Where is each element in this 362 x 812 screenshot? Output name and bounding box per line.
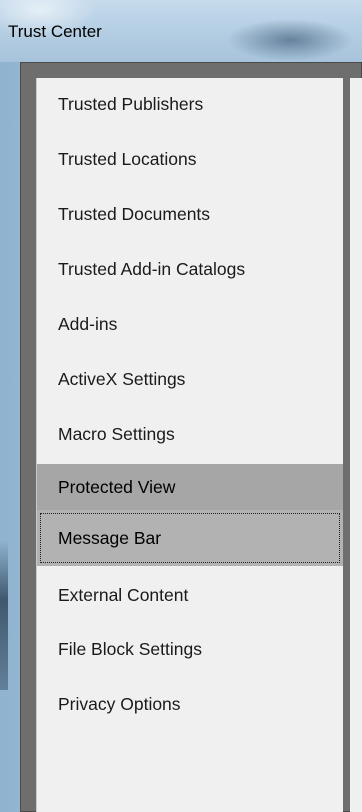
nav-item-label: Message Bar bbox=[58, 528, 162, 548]
nav-item-activex-settings[interactable]: ActiveX Settings bbox=[37, 359, 343, 399]
nav-item-label: Privacy Options bbox=[58, 694, 181, 714]
nav-item-privacy-options[interactable]: Privacy Options bbox=[37, 684, 343, 724]
nav-item-label: Add-ins bbox=[58, 314, 118, 334]
settings-content-pane bbox=[350, 78, 362, 812]
nav-item-label: Trusted Documents bbox=[58, 204, 211, 224]
window-title: Trust Center bbox=[8, 22, 102, 41]
window-border-shadow bbox=[0, 540, 8, 690]
nav-item-file-block-settings[interactable]: File Block Settings bbox=[37, 629, 343, 669]
nav-item-label: ActiveX Settings bbox=[58, 369, 186, 389]
nav-item-trusted-publishers[interactable]: Trusted Publishers bbox=[37, 84, 343, 124]
nav-item-protected-view[interactable]: Protected View bbox=[37, 464, 343, 510]
nav-item-macro-settings[interactable]: Macro Settings bbox=[37, 414, 343, 454]
nav-item-external-content[interactable]: External Content bbox=[37, 575, 343, 615]
title-bar[interactable]: Trust Center bbox=[0, 0, 362, 62]
trust-center-window: Trust Center Trusted Publishers Trusted … bbox=[0, 0, 362, 812]
category-nav-pane: Trusted Publishers Trusted Locations Tru… bbox=[36, 78, 343, 812]
nav-item-trusted-add-in-catalogs[interactable]: Trusted Add-in Catalogs bbox=[37, 249, 343, 289]
nav-item-label: Trusted Add-in Catalogs bbox=[58, 259, 246, 279]
nav-item-label: File Block Settings bbox=[58, 639, 202, 659]
nav-item-trusted-documents[interactable]: Trusted Documents bbox=[37, 194, 343, 234]
nav-item-label: Protected View bbox=[58, 477, 176, 497]
nav-item-trusted-locations[interactable]: Trusted Locations bbox=[37, 139, 343, 179]
nav-item-label: Trusted Publishers bbox=[58, 94, 204, 114]
nav-item-message-bar[interactable]: Message Bar bbox=[37, 510, 343, 566]
nav-item-label: Trusted Locations bbox=[58, 149, 197, 169]
nav-item-add-ins[interactable]: Add-ins bbox=[37, 304, 343, 344]
nav-item-label: External Content bbox=[58, 585, 189, 605]
nav-item-label: Macro Settings bbox=[58, 424, 175, 444]
